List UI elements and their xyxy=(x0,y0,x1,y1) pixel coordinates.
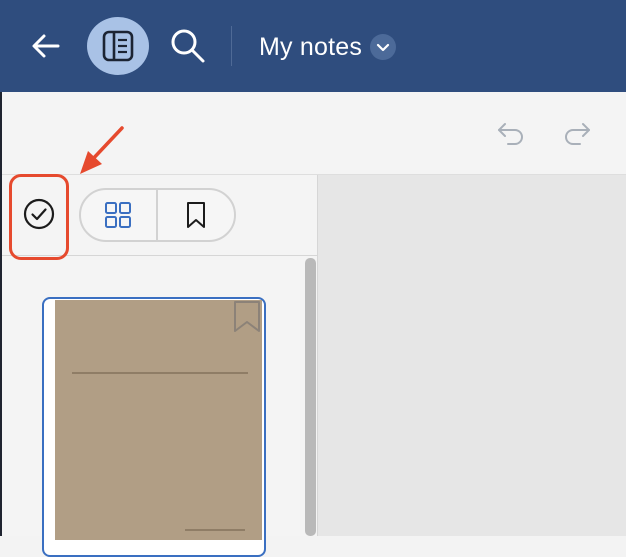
search-icon[interactable] xyxy=(168,26,208,66)
grid-icon xyxy=(105,202,131,228)
bookmark-outline-icon[interactable] xyxy=(232,300,262,334)
notebook-title: My notes xyxy=(259,32,363,61)
bookmarks-view-button[interactable] xyxy=(158,189,235,241)
undo-icon[interactable] xyxy=(496,120,526,146)
redo-icon[interactable] xyxy=(562,120,592,146)
thumbnail-line xyxy=(185,529,245,531)
notebook-title-dropdown[interactable]: My notes xyxy=(259,30,397,64)
grid-view-button[interactable] xyxy=(80,189,156,241)
bookmark-icon xyxy=(187,202,205,228)
sidebar-panel-icon xyxy=(102,30,134,62)
thumbnail-line xyxy=(72,372,248,374)
annotation-arrow xyxy=(70,120,130,180)
header-divider xyxy=(231,26,232,66)
note-canvas[interactable] xyxy=(318,175,626,536)
sidebar-panel-button[interactable] xyxy=(87,17,149,75)
sidebar-scrollbar[interactable] xyxy=(305,258,316,536)
page-thumbnail-preview xyxy=(55,300,262,540)
chevron-down-icon xyxy=(370,34,397,60)
back-arrow-icon[interactable] xyxy=(28,28,64,64)
highlight-box xyxy=(9,174,69,260)
